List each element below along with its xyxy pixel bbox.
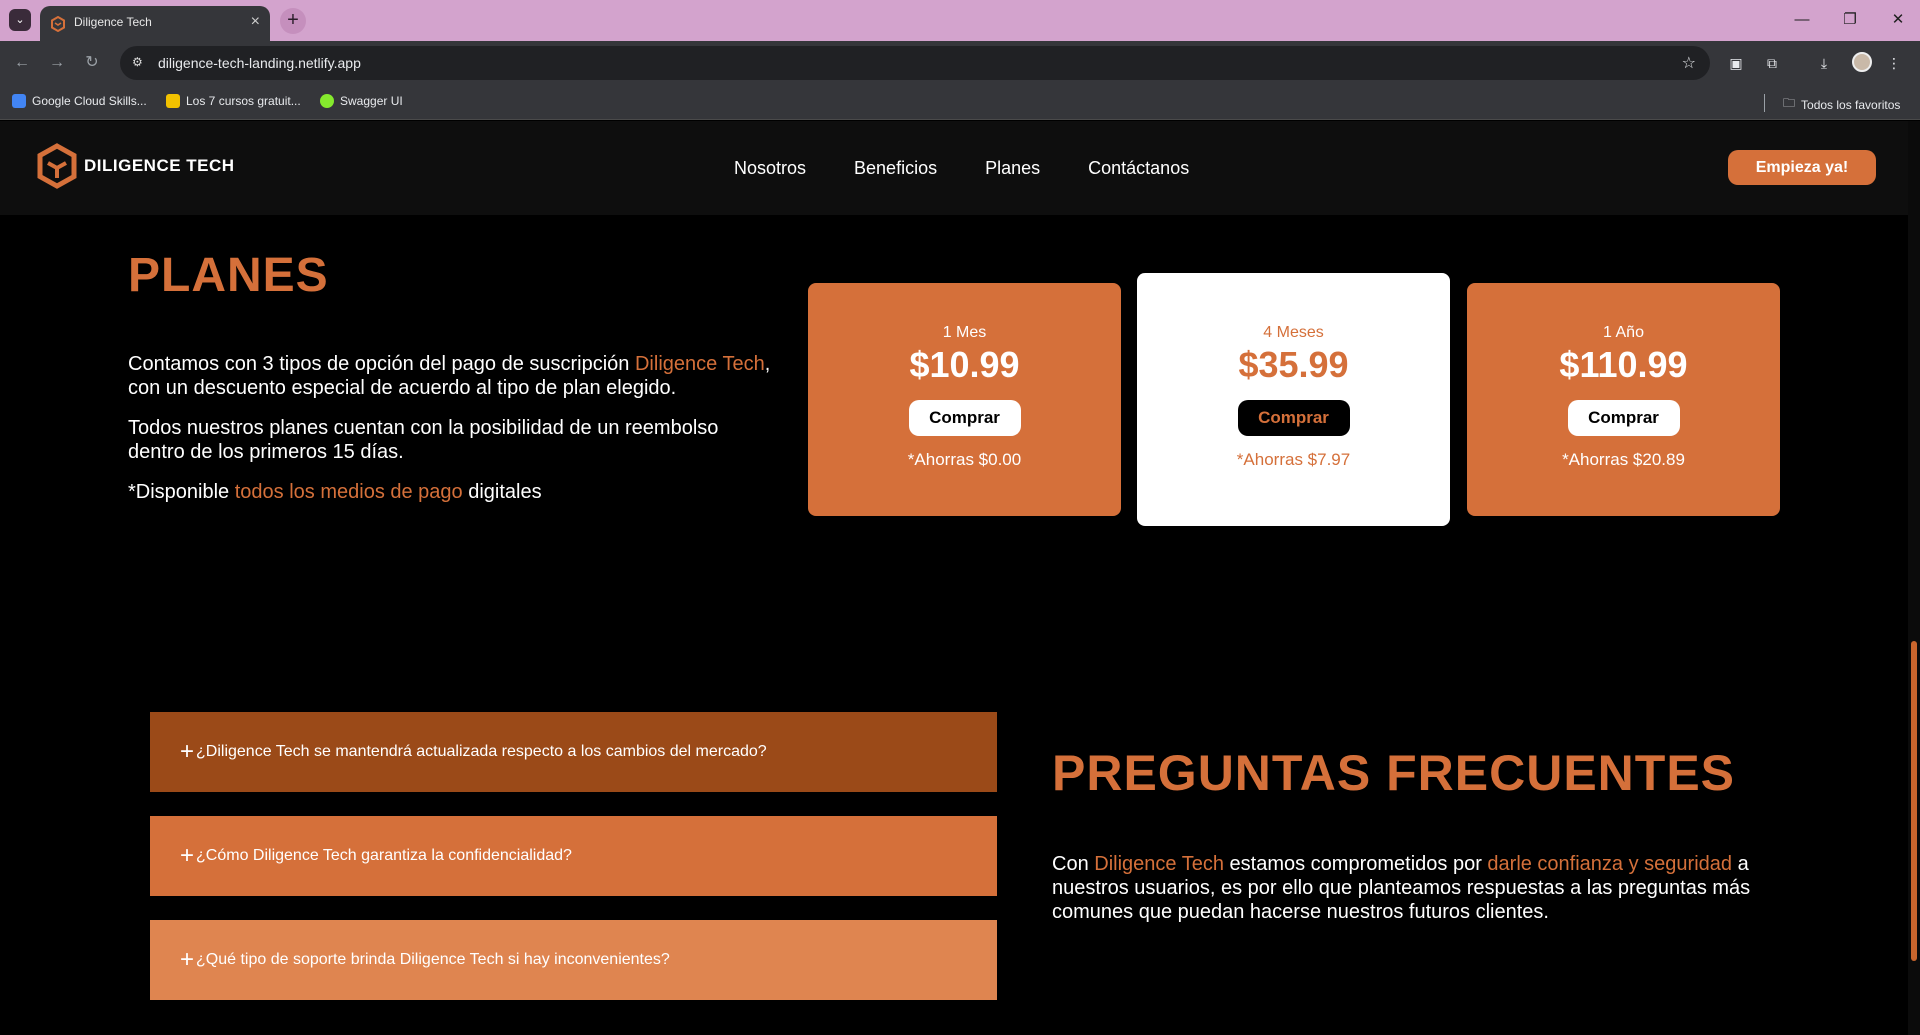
bookmark-label: Los 7 cursos gratuit... <box>186 94 301 108</box>
trust-highlight: darle confianza y seguridad <box>1487 853 1733 875</box>
logo-hexagon-icon <box>37 143 77 189</box>
main-nav: Nosotros Beneficios Planes Contáctanos <box>734 158 1189 179</box>
buy-button[interactable]: Comprar <box>1237 400 1350 436</box>
google-cloud-icon <box>12 94 26 108</box>
browser-tab[interactable]: Diligence Tech × <box>40 6 270 41</box>
all-bookmarks-label: Todos los favoritos <box>1801 97 1901 112</box>
minimize-icon[interactable]: — <box>1788 8 1816 32</box>
brand-highlight: Diligence Tech <box>1094 853 1224 875</box>
logo-text: DILIGENCE TECH <box>84 156 235 175</box>
plan-duration: 1 Año <box>1603 324 1644 341</box>
plan-price: $110.99 <box>1559 344 1688 385</box>
text: estamos comprometidos por <box>1223 853 1488 875</box>
plans-paragraph-2: Todos nuestros planes cuentan con la pos… <box>128 417 719 463</box>
extension-icon[interactable]: ▣ <box>1724 51 1748 75</box>
menu-icon[interactable]: ⋮ <box>1882 51 1906 75</box>
faq-title: PREGUNTAS FRECUENTES <box>1052 745 1736 801</box>
bookmark-swagger[interactable]: Swagger UI <box>320 94 403 108</box>
plus-icon: + <box>180 842 195 869</box>
faq-item-2[interactable]: + ¿Cómo Diligence Tech garantiza la conf… <box>150 816 997 896</box>
brand-highlight: Diligence Tech <box>634 353 765 375</box>
text: *Disponible <box>128 481 235 503</box>
new-tab-button[interactable]: + <box>280 8 306 34</box>
start-now-button[interactable]: Empieza ya! <box>1728 150 1876 185</box>
plans-title: PLANES <box>128 249 329 302</box>
reload-icon[interactable]: ↻ <box>80 51 104 75</box>
scrollbar-thumb[interactable] <box>1911 641 1917 961</box>
all-bookmarks-folder[interactable]: 🗀 Todos los favoritos <box>1783 94 1900 115</box>
plan-duration: 1 Mes <box>942 324 987 341</box>
browser-toolbar: ← → ↻ ⚙ diligence-tech-landing.netlify.a… <box>0 41 1920 85</box>
plan-price: $35.99 <box>1238 344 1349 385</box>
close-window-icon[interactable]: ✕ <box>1884 8 1912 32</box>
plan-saving: *Ahorras $7.97 <box>1236 450 1351 469</box>
browser-tab-bar: ⌄ Diligence Tech × + — ❐ ✕ <box>0 0 1920 41</box>
nav-link-planes[interactable]: Planes <box>985 158 1040 179</box>
buy-button[interactable]: Comprar <box>1567 400 1680 436</box>
site-favicon-icon <box>51 16 65 32</box>
faq-question: ¿Qué tipo de soporte brinda Diligence Te… <box>196 951 670 968</box>
plans-paragraph-1: Contamos con 3 tipos de opción del pago … <box>128 352 778 400</box>
page-scrollbar[interactable] <box>1908 121 1920 1035</box>
plus-icon: + <box>180 738 195 765</box>
text: Contamos con 3 tipos de opción del pago … <box>128 353 635 375</box>
plan-price: $10.99 <box>909 344 1020 385</box>
plan-card-1-year: 1 Año $110.99 Comprar *Ahorras $20.89 <box>1467 283 1780 516</box>
faq-item-1[interactable]: + ¿Diligence Tech se mantendrá actualiza… <box>150 712 997 792</box>
forward-icon[interactable]: → <box>45 51 69 75</box>
plus-icon: + <box>180 946 195 973</box>
nav-link-nosotros[interactable]: Nosotros <box>734 158 806 179</box>
tab-title: Diligence Tech <box>74 15 152 29</box>
bookmark-label: Swagger UI <box>340 94 403 108</box>
logo[interactable]: DILIGENCE TECH <box>36 143 235 189</box>
nav-link-contactanos[interactable]: Contáctanos <box>1088 158 1189 179</box>
swagger-icon <box>320 94 334 108</box>
faq-question: ¿Cómo Diligence Tech garantiza la confid… <box>196 847 572 864</box>
text: digitales <box>462 481 542 503</box>
bookmark-page-icon <box>166 94 180 108</box>
bookmarks-bar: Google Cloud Skills... Los 7 cursos grat… <box>0 85 1920 120</box>
plans-description: Contamos con 3 tipos de opción del pago … <box>128 352 778 520</box>
plan-card-4-months: 4 Meses $35.99 Comprar *Ahorras $7.97 <box>1137 273 1450 526</box>
faq-item-3[interactable]: + ¿Qué tipo de soporte brinda Diligence … <box>150 920 997 1000</box>
payment-highlight: todos los medios de pago <box>234 481 463 503</box>
back-icon[interactable]: ← <box>10 51 34 75</box>
nav-link-beneficios[interactable]: Beneficios <box>854 158 937 179</box>
profile-avatar[interactable] <box>1852 52 1872 72</box>
bookmark-cursos[interactable]: Los 7 cursos gratuit... <box>166 94 301 108</box>
address-bar[interactable]: ⚙ diligence-tech-landing.netlify.app ☆ <box>120 46 1710 80</box>
faq-description: Con Diligence Tech estamos comprometidos… <box>1052 852 1772 924</box>
plans-paragraph-3: *Disponible todos los medios de pago dig… <box>128 480 778 504</box>
text: Con <box>1052 853 1095 875</box>
bookmarks-divider <box>1764 94 1765 112</box>
plan-saving: *Ahorras $0.00 <box>907 450 1022 469</box>
plan-card-1-month: 1 Mes $10.99 Comprar *Ahorras $0.00 <box>808 283 1121 516</box>
site-info-icon[interactable]: ⚙ <box>132 55 148 71</box>
url-text: diligence-tech-landing.netlify.app <box>158 55 361 71</box>
puzzle-icon[interactable]: ⧉ <box>1760 51 1784 75</box>
faq-question: ¿Diligence Tech se mantendrá actualizada… <box>196 743 767 760</box>
folder-icon: 🗀 <box>1783 96 1796 110</box>
site-header: DILIGENCE TECH Nosotros Beneficios Plane… <box>0 121 1908 215</box>
plan-saving: *Ahorras $20.89 <box>1562 450 1685 469</box>
close-tab-icon[interactable]: × <box>251 12 260 32</box>
restore-icon[interactable]: ❐ <box>1836 8 1864 32</box>
bookmark-star-icon[interactable]: ☆ <box>1682 53 1696 73</box>
plan-duration: 4 Meses <box>1263 324 1324 341</box>
tab-search-icon[interactable]: ⌄ <box>9 9 31 31</box>
bookmark-google-cloud[interactable]: Google Cloud Skills... <box>12 94 147 108</box>
bookmark-label: Google Cloud Skills... <box>32 94 147 108</box>
buy-button[interactable]: Comprar <box>908 400 1021 436</box>
download-icon[interactable]: ⤓ <box>1812 51 1836 75</box>
